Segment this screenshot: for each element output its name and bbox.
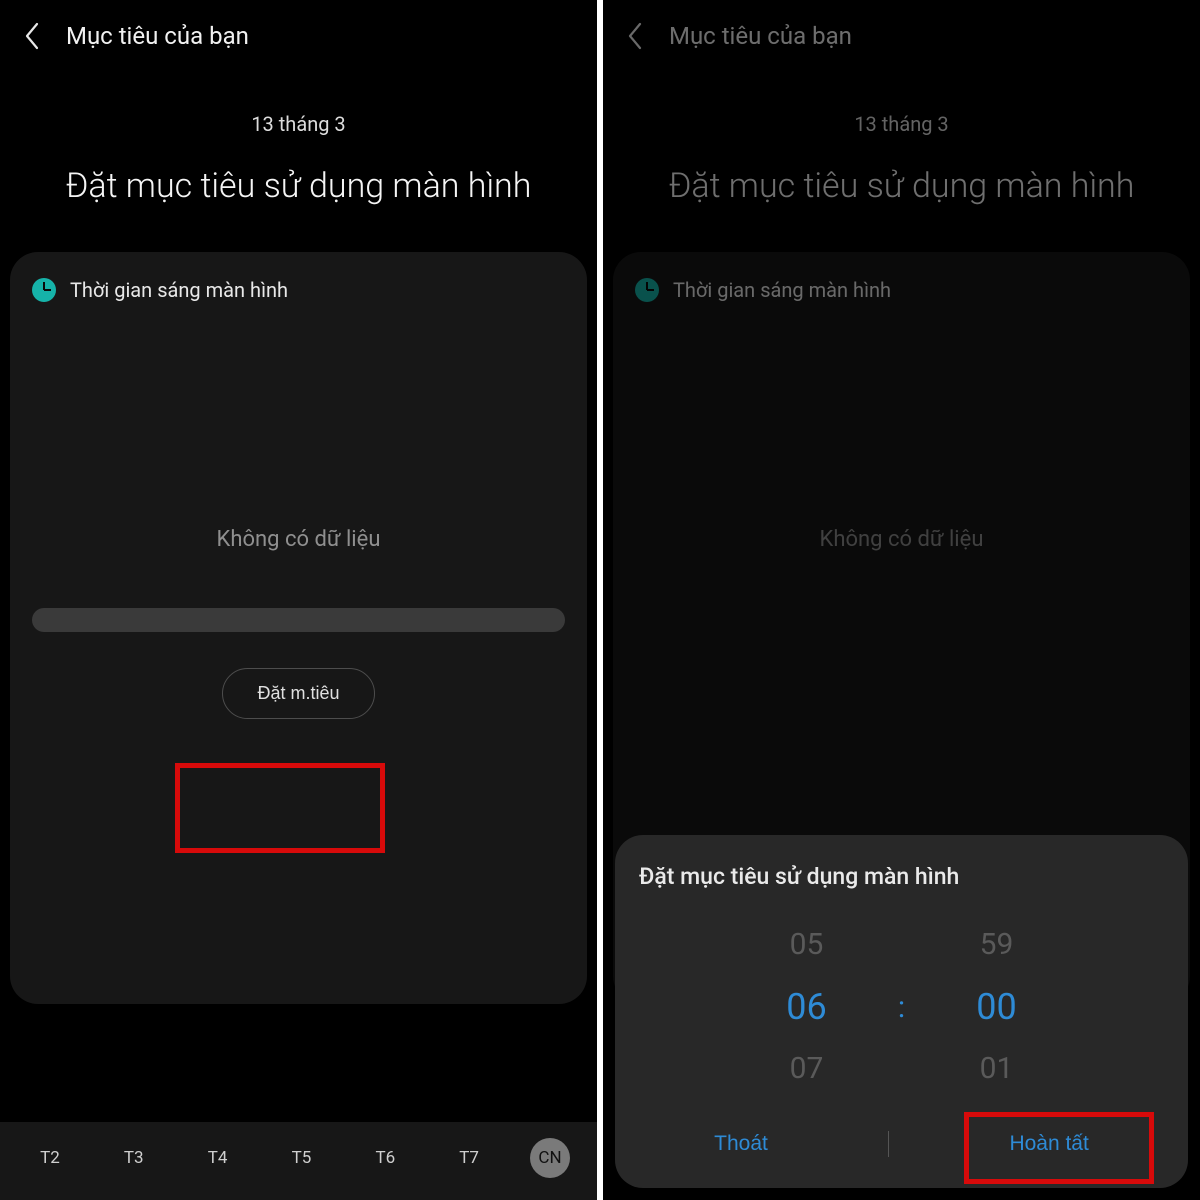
minutes-prev: 59 bbox=[917, 914, 1077, 976]
weekday-bar: T2 T3 T4 T5 T6 T7 CN bbox=[0, 1122, 597, 1200]
minutes-next: 01 bbox=[917, 1038, 1077, 1100]
card-header-label: Thời gian sáng màn hình bbox=[70, 278, 288, 302]
time-separator: : bbox=[887, 990, 917, 1025]
weekday-t4[interactable]: T4 bbox=[195, 1148, 241, 1168]
weekday-t3[interactable]: T3 bbox=[111, 1148, 157, 1168]
weekday-t7[interactable]: T7 bbox=[446, 1148, 492, 1168]
weekday-cn[interactable]: CN bbox=[530, 1138, 570, 1178]
header: Mục tiêu của bạn bbox=[603, 0, 1200, 68]
sheet-actions: Thoát Hoàn tất bbox=[639, 1120, 1164, 1168]
page-title: Mục tiêu của bạn bbox=[669, 22, 852, 50]
card-header-label: Thời gian sáng màn hình bbox=[673, 278, 891, 302]
done-button[interactable]: Hoàn tất bbox=[979, 1120, 1118, 1168]
time-picker[interactable]: 05 06 07 : 59 00 01 bbox=[639, 914, 1164, 1100]
divider bbox=[888, 1131, 889, 1157]
weekday-t2[interactable]: T2 bbox=[27, 1148, 73, 1168]
page-title: Mục tiêu của bạn bbox=[66, 22, 249, 50]
progress-bar bbox=[32, 608, 565, 632]
clock-icon bbox=[32, 278, 56, 302]
header: Mục tiêu của bạn bbox=[0, 0, 597, 68]
clock-icon bbox=[635, 278, 659, 302]
screen-left: Mục tiêu của bạn 13 tháng 3 Đặt mục tiêu… bbox=[0, 0, 597, 1200]
card-header: Thời gian sáng màn hình bbox=[32, 278, 565, 302]
hours-next: 07 bbox=[727, 1038, 887, 1100]
date-label: 13 tháng 3 bbox=[603, 112, 1200, 136]
hours-column[interactable]: 05 06 07 bbox=[727, 914, 887, 1100]
minutes-current: 00 bbox=[917, 976, 1077, 1038]
hours-prev: 05 bbox=[727, 914, 887, 976]
date-label: 13 tháng 3 bbox=[0, 112, 597, 136]
no-data-label: Không có dữ liệu bbox=[635, 527, 1168, 552]
cancel-button[interactable]: Thoát bbox=[684, 1120, 798, 1168]
hours-current: 06 bbox=[727, 976, 887, 1038]
time-picker-sheet: Đặt mục tiêu sử dụng màn hình 05 06 07 :… bbox=[615, 835, 1188, 1188]
back-icon[interactable] bbox=[20, 23, 46, 49]
screen-time-card: Thời gian sáng màn hình Không có dữ liệu… bbox=[10, 252, 587, 1004]
page-subtitle: Đặt mục tiêu sử dụng màn hình bbox=[0, 164, 597, 210]
screen-right: Mục tiêu của bạn 13 tháng 3 Đặt mục tiêu… bbox=[603, 0, 1200, 1200]
page-subtitle: Đặt mục tiêu sử dụng màn hình bbox=[603, 164, 1200, 210]
card-header: Thời gian sáng màn hình bbox=[635, 278, 1168, 302]
weekday-t5[interactable]: T5 bbox=[278, 1148, 324, 1168]
sheet-title: Đặt mục tiêu sử dụng màn hình bbox=[639, 863, 1164, 890]
minutes-column[interactable]: 59 00 01 bbox=[917, 914, 1077, 1100]
no-data-label: Không có dữ liệu bbox=[32, 527, 565, 552]
back-icon[interactable] bbox=[623, 23, 649, 49]
weekday-t6[interactable]: T6 bbox=[362, 1148, 408, 1168]
set-goal-wrap: Đặt m.tiêu bbox=[32, 668, 565, 719]
set-goal-button[interactable]: Đặt m.tiêu bbox=[222, 668, 374, 719]
